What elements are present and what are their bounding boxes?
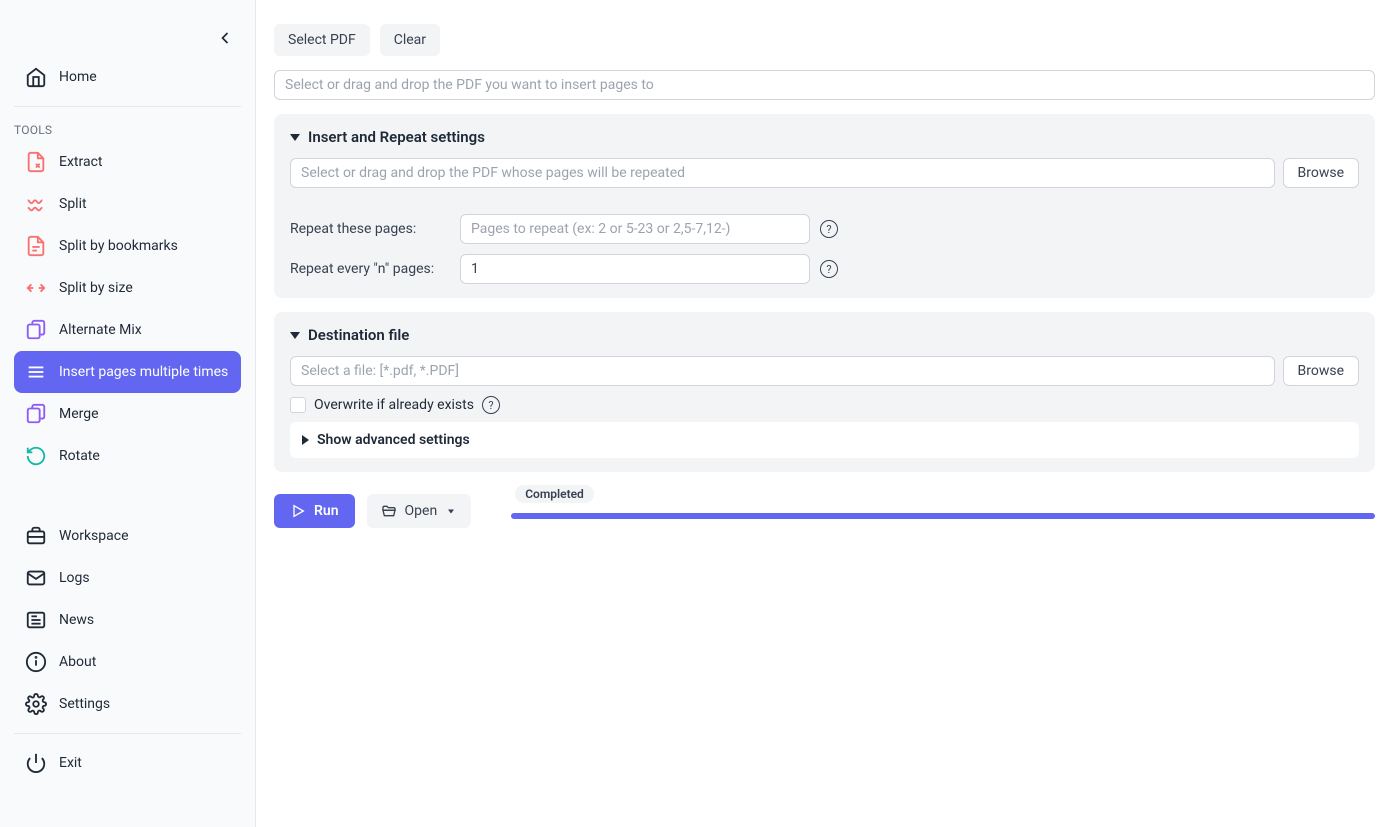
news-icon (25, 609, 47, 631)
repeat-pages-input[interactable] (460, 214, 810, 244)
sidebar-item-settings[interactable]: Settings (14, 683, 241, 725)
sidebar-item-label: Split by bookmarks (59, 238, 178, 254)
dest-panel-header[interactable]: Destination file (290, 326, 1359, 344)
sidebar-item-workspace[interactable]: Workspace (14, 515, 241, 557)
progress-bar (511, 513, 1375, 519)
bookmark-split-icon (25, 235, 47, 257)
open-button[interactable]: Open (367, 494, 472, 528)
sidebar-item-label: About (59, 654, 96, 670)
sidebar-item-logs[interactable]: Logs (14, 557, 241, 599)
sidebar-item-label: Split by size (59, 280, 133, 296)
insert-pages-icon (25, 361, 47, 383)
toolbar: Select PDF Clear (274, 24, 1375, 56)
destination-file-input[interactable] (290, 356, 1275, 386)
progress-area: Completed (511, 503, 1375, 519)
sidebar-item-label: Exit (59, 755, 82, 771)
sidebar-item-split-bookmarks[interactable]: Split by bookmarks (14, 225, 241, 267)
sidebar-item-exit[interactable]: Exit (14, 742, 241, 784)
sidebar-item-label: Rotate (59, 448, 100, 464)
sidebar-item-label: Merge (59, 406, 99, 422)
sidebar-item-split[interactable]: Split (14, 183, 241, 225)
clear-button[interactable]: Clear (380, 24, 440, 56)
insert-panel-title: Insert and Repeat settings (308, 128, 485, 146)
caret-down-icon (290, 134, 300, 141)
run-label: Run (314, 503, 339, 519)
rotate-icon (25, 445, 47, 467)
dest-panel-title: Destination file (308, 326, 409, 344)
repeat-every-label: Repeat every "n" pages: (290, 261, 450, 277)
divider (14, 106, 241, 107)
merge-icon (25, 403, 47, 425)
repeat-every-input[interactable] (460, 254, 810, 284)
sidebar-item-insert-pages[interactable]: Insert pages multiple times (14, 351, 241, 393)
sidebar-item-label: Split (59, 196, 87, 212)
help-icon[interactable]: ? (820, 220, 838, 238)
alternate-mix-icon (25, 319, 47, 341)
mail-icon (25, 567, 47, 589)
browse-source-button[interactable]: Browse (1283, 158, 1359, 188)
sidebar-home[interactable]: Home (14, 56, 241, 98)
sidebar-item-label: Extract (59, 154, 102, 170)
folder-open-icon (381, 503, 397, 519)
sidebar-item-alternate-mix[interactable]: Alternate Mix (14, 309, 241, 351)
collapse-sidebar-button[interactable] (215, 28, 235, 52)
gear-icon (25, 693, 47, 715)
sidebar: Home TOOLS Extract Split Split by bookma… (0, 0, 256, 827)
sidebar-item-label: Workspace (59, 528, 129, 544)
status-label: Completed (515, 485, 594, 503)
sidebar-item-split-size[interactable]: Split by size (14, 267, 241, 309)
divider (14, 733, 241, 734)
help-icon[interactable]: ? (482, 396, 500, 414)
briefcase-icon (25, 525, 47, 547)
chevron-down-icon (445, 505, 457, 517)
source-pdf-input[interactable] (290, 158, 1275, 188)
main-content: Select PDF Clear Insert and Repeat setti… (256, 0, 1393, 827)
sidebar-item-label: Alternate Mix (59, 322, 142, 338)
power-icon (25, 752, 47, 774)
overwrite-label: Overwrite if already exists (314, 397, 474, 413)
home-icon (25, 66, 47, 88)
size-split-icon (25, 277, 47, 299)
sidebar-item-rotate[interactable]: Rotate (14, 435, 241, 477)
sidebar-item-label: Logs (59, 570, 90, 586)
chevron-left-icon (215, 28, 235, 48)
select-pdf-button[interactable]: Select PDF (274, 24, 370, 56)
help-icon[interactable]: ? (820, 260, 838, 278)
extract-icon (25, 151, 47, 173)
play-icon (290, 503, 306, 519)
destination-panel: Destination file Browse Overwrite if alr… (274, 312, 1375, 472)
insert-repeat-panel: Insert and Repeat settings Browse Repeat… (274, 114, 1375, 298)
sidebar-item-label: News (59, 612, 94, 628)
tools-section-label: TOOLS (0, 115, 255, 141)
target-pdf-input[interactable] (274, 70, 1375, 100)
run-button[interactable]: Run (274, 494, 355, 528)
info-icon (25, 651, 47, 673)
advanced-settings-label: Show advanced settings (317, 432, 470, 448)
sidebar-item-about[interactable]: About (14, 641, 241, 683)
overwrite-checkbox[interactable] (290, 397, 306, 413)
caret-right-icon (302, 435, 309, 445)
insert-panel-header[interactable]: Insert and Repeat settings (290, 128, 1359, 146)
caret-down-icon (290, 332, 300, 339)
browse-destination-button[interactable]: Browse (1283, 356, 1359, 386)
action-row: Run Open Completed (274, 494, 1375, 528)
split-icon (25, 193, 47, 215)
advanced-settings-toggle[interactable]: Show advanced settings (290, 422, 1359, 458)
sidebar-home-label: Home (59, 69, 97, 85)
repeat-pages-label: Repeat these pages: (290, 221, 450, 237)
sidebar-item-extract[interactable]: Extract (14, 141, 241, 183)
sidebar-item-label: Insert pages multiple times (59, 364, 228, 380)
sidebar-item-news[interactable]: News (14, 599, 241, 641)
open-label: Open (405, 503, 438, 519)
sidebar-item-label: Settings (59, 696, 110, 712)
sidebar-item-merge[interactable]: Merge (14, 393, 241, 435)
